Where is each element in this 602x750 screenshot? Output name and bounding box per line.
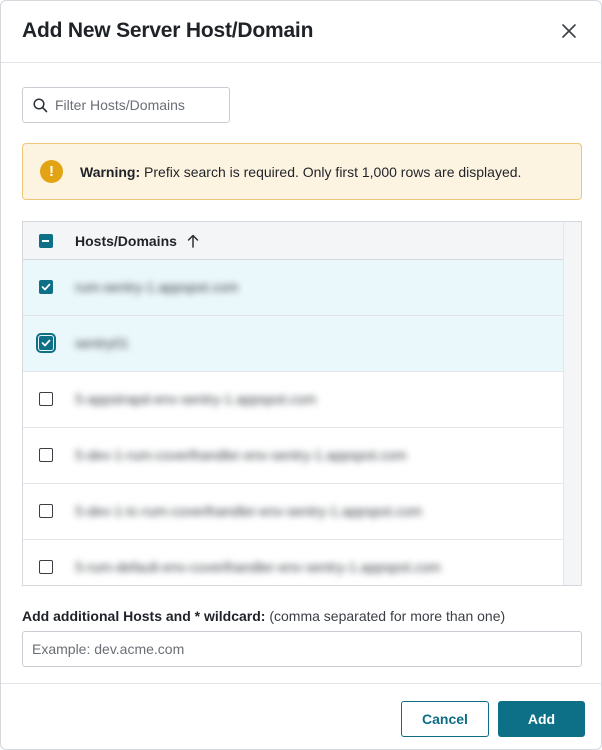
additional-hosts-hint: (comma separated for more than one) bbox=[265, 608, 506, 624]
table-row[interactable]: sentry01 bbox=[23, 316, 564, 372]
additional-hosts-input[interactable] bbox=[22, 631, 582, 667]
dialog-header: Add New Server Host/Domain bbox=[1, 1, 601, 63]
host-name: 5-rum-default-env-coverlhandler-env-sent… bbox=[75, 559, 441, 575]
hosts-domains-column-header[interactable]: Hosts/Domains bbox=[75, 233, 177, 249]
host-name: 5-dev-1-rum-coverlhandler-env-sentry-1.a… bbox=[75, 447, 407, 463]
row-checkbox[interactable] bbox=[39, 504, 53, 518]
table-row[interactable]: rum-sentry-1.appspot.com bbox=[23, 260, 564, 316]
table-row[interactable]: 5-appstrapd-env-sentry-1.appspot.com bbox=[23, 372, 564, 428]
additional-hosts-label-text: Add additional Hosts and * wildcard: bbox=[22, 608, 266, 624]
hosts-table: Hosts/Domains rum-sentry-1.appspot.com s… bbox=[22, 221, 582, 586]
cancel-button[interactable]: Cancel bbox=[401, 701, 489, 737]
table-row[interactable]: 5-dev-1-rum-coverlhandler-env-sentry-1.a… bbox=[23, 428, 564, 484]
row-checkbox[interactable] bbox=[36, 333, 56, 353]
dialog-footer: Cancel Add bbox=[1, 683, 601, 749]
filter-hosts-field[interactable] bbox=[22, 87, 230, 123]
close-button[interactable] bbox=[559, 21, 579, 41]
warning-message: Prefix search is required. Only first 1,… bbox=[140, 164, 522, 180]
add-button[interactable]: Add bbox=[498, 701, 585, 737]
row-checkbox[interactable] bbox=[39, 560, 53, 574]
check-icon bbox=[41, 283, 51, 291]
additional-hosts-label: Add additional Hosts and * wildcard: (co… bbox=[22, 608, 505, 624]
warning-banner: ! Warning: Prefix search is required. On… bbox=[22, 143, 582, 200]
warning-label: Warning: bbox=[80, 164, 141, 180]
table-row[interactable]: 5-dev-1-tc-rum-coverlhandler-env-sentry-… bbox=[23, 484, 564, 540]
close-icon bbox=[562, 24, 576, 38]
row-checkbox[interactable] bbox=[39, 448, 53, 462]
host-name: 5-appstrapd-env-sentry-1.appspot.com bbox=[75, 391, 317, 407]
host-name: sentry01 bbox=[75, 335, 129, 351]
warning-text: Warning: Prefix search is required. Only… bbox=[80, 164, 521, 180]
exclamation-circle-icon: ! bbox=[40, 160, 63, 183]
filter-hosts-input[interactable] bbox=[55, 88, 225, 122]
row-checkbox[interactable] bbox=[39, 280, 53, 294]
select-all-checkbox[interactable] bbox=[39, 234, 53, 248]
add-server-host-dialog: Add New Server Host/Domain ! Warning: Pr… bbox=[0, 0, 602, 750]
table-scrollbar[interactable] bbox=[563, 222, 581, 585]
row-checkbox[interactable] bbox=[39, 392, 53, 406]
search-icon bbox=[33, 98, 48, 113]
table-row[interactable]: 5-rum-default-env-coverlhandler-env-sent… bbox=[23, 540, 564, 585]
arrow-up-icon[interactable] bbox=[187, 234, 199, 248]
table-header: Hosts/Domains bbox=[23, 222, 564, 260]
dialog-title: Add New Server Host/Domain bbox=[22, 19, 314, 42]
host-name: 5-dev-1-tc-rum-coverlhandler-env-sentry-… bbox=[75, 503, 423, 519]
host-name: rum-sentry-1.appspot.com bbox=[75, 279, 239, 295]
check-icon bbox=[41, 339, 51, 347]
